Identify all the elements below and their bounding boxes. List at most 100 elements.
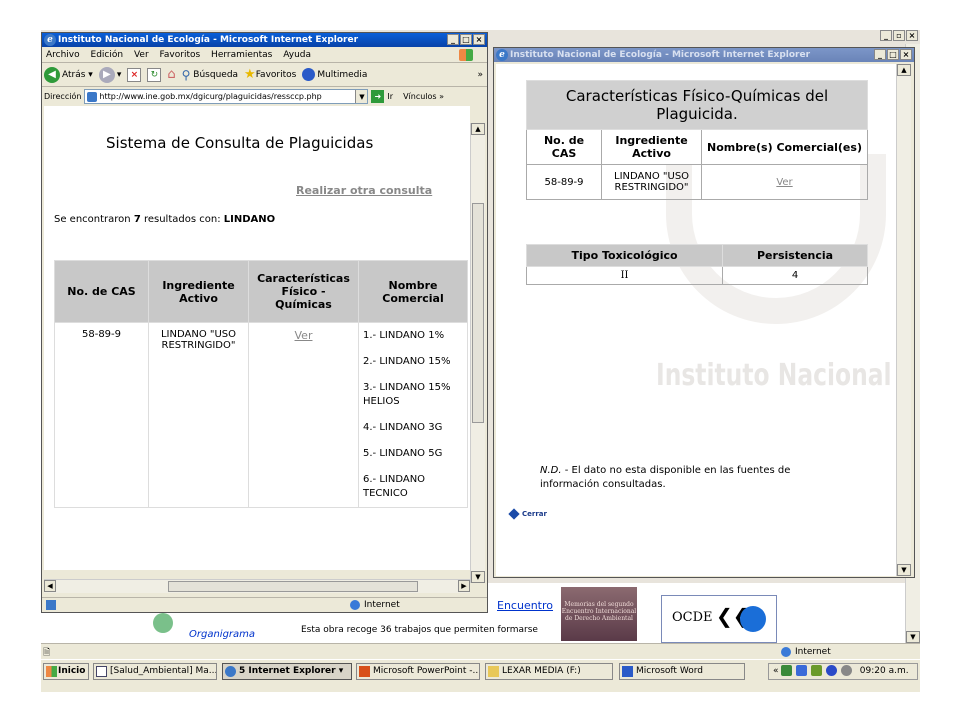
minimize-icon[interactable]: _: [880, 30, 892, 41]
ie-icon: e: [496, 49, 508, 61]
stop-button[interactable]: ×: [127, 67, 142, 82]
maximize-icon[interactable]: □: [887, 49, 899, 60]
right-window-titlebar[interactable]: e Instituto Nacional de Ecología - Micro…: [494, 48, 914, 62]
menu-herramientas[interactable]: Herramientas: [211, 50, 272, 60]
powerpoint-icon: [359, 666, 370, 677]
ocde-logo-text: OCDE: [672, 610, 713, 625]
char-header-row: No. de CAS Ingrediente Activo Nombre(s) …: [525, 129, 868, 165]
scroll-down-icon[interactable]: ▼: [906, 631, 920, 643]
background-page: Encuentro Memorias del segundo Encuentro…: [481, 583, 920, 643]
ocde-circle-icon: [740, 606, 766, 632]
task-word[interactable]: Microsoft Word: [619, 663, 745, 680]
list-item: 2.- LINDANO 15%: [363, 356, 451, 367]
ie-icon: e: [44, 34, 56, 46]
task-label: LEXAR MEDIA (F:): [502, 666, 581, 676]
network-icon[interactable]: [781, 665, 793, 676]
home-icon: ⌂: [167, 67, 176, 82]
cas-number: 58-89-9: [54, 322, 149, 508]
system-tray: « 09:20 a.m.: [768, 663, 918, 680]
close-icon[interactable]: ×: [900, 49, 912, 60]
diamond-icon: [508, 508, 520, 520]
minimize-icon[interactable]: _: [874, 49, 886, 60]
left-horizontal-scrollbar[interactable]: ◀ ▶: [44, 579, 470, 593]
messenger-icon[interactable]: [826, 665, 838, 676]
go-button[interactable]: ➜ Ir: [371, 89, 394, 103]
favorites-label: Favoritos: [255, 69, 297, 80]
close-icon[interactable]: ×: [473, 34, 485, 45]
task-powerpoint[interactable]: Microsoft PowerPoint -...: [356, 663, 480, 680]
task-lexar-media[interactable]: LEXAR MEDIA (F:): [485, 663, 613, 680]
go-arrow-icon: ➜: [371, 89, 385, 103]
zone-label: Internet: [364, 600, 400, 610]
back-button[interactable]: ◀ Atrás ▾: [44, 66, 93, 83]
scroll-down-icon[interactable]: ▼: [897, 564, 911, 576]
task-outlook[interactable]: [Salud_Ambiental] Ma...: [93, 663, 217, 680]
result-mid: resultados con:: [140, 214, 224, 225]
left-menubar: Archivo Edición Ver Favoritos Herramient…: [42, 47, 487, 63]
home-button[interactable]: ⌂: [167, 67, 175, 82]
forward-button[interactable]: ▶ ▾: [98, 66, 121, 83]
refresh-button[interactable]: ↻: [147, 67, 162, 82]
tray-chevron-icon[interactable]: «: [773, 666, 779, 676]
toxicology-type: II: [525, 266, 724, 285]
favorites-button[interactable]: ★ Favoritos: [244, 67, 296, 82]
organigrama-link[interactable]: Organigrama: [189, 629, 255, 640]
list-item: 3.- LINDANO 15% HELIOS: [363, 382, 451, 407]
multimedia-button[interactable]: Multimedia: [302, 68, 367, 81]
left-window-titlebar[interactable]: e Instituto Nacional de Ecología - Micro…: [42, 33, 487, 47]
close-link[interactable]: Cerrar: [508, 508, 547, 520]
view-link[interactable]: Ver: [295, 329, 313, 342]
cas-number: 58-89-9: [525, 164, 603, 200]
folder-icon: [488, 666, 499, 677]
left-status-bar: Internet: [42, 597, 487, 611]
user-icon[interactable]: [811, 665, 823, 676]
dropdown-arrow-icon[interactable]: ▼: [355, 89, 368, 103]
close-icon[interactable]: ×: [906, 30, 918, 41]
links-label[interactable]: Vínculos: [403, 92, 437, 101]
menu-favoritos[interactable]: Favoritos: [160, 50, 201, 60]
menu-ver[interactable]: Ver: [134, 50, 149, 60]
scroll-up-icon[interactable]: ▲: [471, 123, 485, 135]
go-label: Ir: [387, 91, 394, 101]
scroll-thumb[interactable]: [472, 203, 484, 423]
list-item: 4.- LINDANO 3G: [363, 422, 443, 433]
start-button[interactable]: Inicio: [43, 663, 89, 680]
clock: 09:20 a.m.: [859, 666, 909, 676]
book-cover-image[interactable]: Memorias del segundo Encuentro Internaci…: [561, 587, 637, 641]
col-commercial-name: Nombre Comercial: [358, 260, 468, 323]
h-scroll-thumb[interactable]: [168, 581, 418, 592]
nd-text: - El dato no esta disponible en las fuen…: [540, 465, 791, 490]
antivirus-icon[interactable]: [840, 665, 852, 676]
watermark-text: Instituto Nacional: [656, 358, 892, 393]
scroll-right-icon[interactable]: ▶: [458, 580, 470, 592]
toolbar-chevron-icon[interactable]: »: [477, 70, 483, 80]
menu-edicion[interactable]: Edición: [91, 50, 124, 60]
start-label: Inicio: [58, 666, 86, 676]
table-row: 58-89-9 LINDANO "USO RESTRINGIDO" Ver: [525, 164, 868, 200]
task-internet-explorer[interactable]: 5 Internet Explorer ▾: [222, 663, 352, 680]
ocde-logo[interactable]: OCDE ❮❮: [661, 595, 777, 643]
scroll-left-icon[interactable]: ◀: [44, 580, 56, 592]
encuentro-link[interactable]: Encuentro: [497, 599, 553, 612]
menu-ayuda[interactable]: Ayuda: [283, 50, 311, 60]
result-count: 7: [133, 214, 141, 225]
scroll-down-icon[interactable]: ▼: [471, 571, 485, 583]
result-summary: Se encontraron 7 resultados con: LINDANO: [54, 214, 275, 225]
view-link[interactable]: Ver: [776, 177, 792, 188]
minimize-icon[interactable]: _: [447, 34, 459, 45]
search-button[interactable]: ⚲ Búsqueda: [182, 68, 238, 82]
windows-logo-icon: [46, 666, 57, 677]
taskbar: Inicio [Salud_Ambiental] Ma... 5 Interne…: [41, 659, 920, 692]
new-query-link[interactable]: Realizar otra consulta: [296, 184, 432, 197]
maximize-icon[interactable]: □: [460, 34, 472, 45]
usb-icon[interactable]: [796, 665, 808, 676]
address-input[interactable]: http://www.ine.gob.mx/dgicurg/plaguicida…: [84, 88, 369, 104]
right-vertical-scrollbar[interactable]: ▲ ▼: [896, 64, 911, 576]
restore-icon[interactable]: ▫: [893, 30, 905, 41]
refresh-icon: ↻: [147, 67, 162, 82]
menu-archivo[interactable]: Archivo: [46, 50, 80, 60]
scroll-up-icon[interactable]: ▲: [897, 64, 911, 76]
left-ie-window: e Instituto Nacional de Ecología - Micro…: [41, 32, 488, 613]
left-vertical-scrollbar[interactable]: ▲ ▼: [470, 123, 485, 583]
search-icon: ⚲: [181, 67, 191, 82]
